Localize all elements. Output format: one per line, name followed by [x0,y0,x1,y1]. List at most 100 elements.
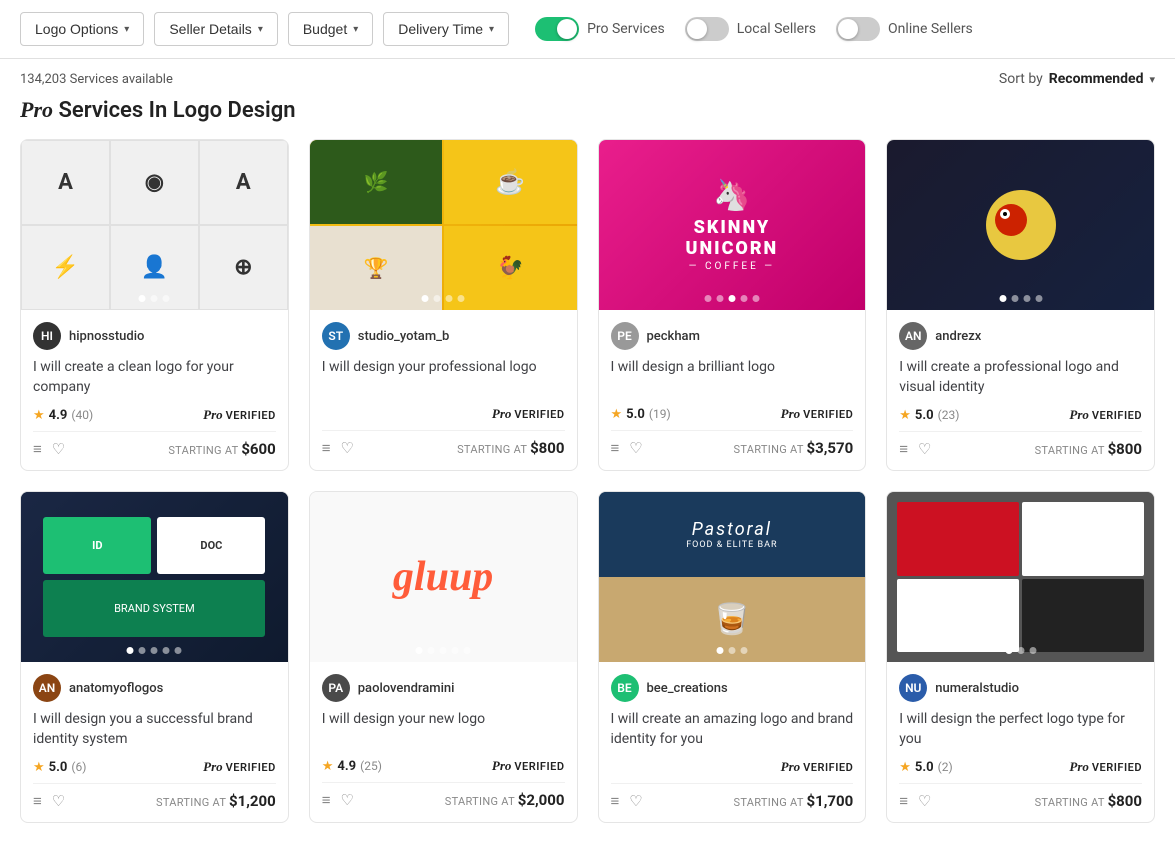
card-footer-7: ≡ ♡ STARTING AT $800 [899,783,1142,810]
card-title-0[interactable]: I will create a clean logo for your comp… [33,358,276,397]
heart-icon-3[interactable]: ♡ [918,440,931,458]
card-dots-7 [1005,647,1036,654]
toggle-knob-online-sellers [838,19,858,39]
rating-left-3: ★ 5.0 (23) [899,408,959,423]
heart-icon-1[interactable]: ♡ [341,439,354,457]
rating-score-0: 4.9 [49,408,68,423]
starting-at-label-2: STARTING AT [734,443,807,456]
card-footer-5: ≡ ♡ STARTING AT $2,000 [322,782,565,809]
filter-btn-budget[interactable]: Budget▾ [288,12,373,46]
card-title-6[interactable]: I will create an amazing logo and brand … [611,710,854,749]
toggle-switch-pro-services[interactable] [535,17,579,41]
dot-0 [704,295,711,302]
collage-cell-2: ☕ [444,140,576,224]
rating-left-7: ★ 5.0 (2) [899,760,952,775]
dot-2 [728,295,735,302]
menu-icon-4[interactable]: ≡ [33,792,42,810]
card-dots-3 [999,295,1042,302]
pro-verified-2: Pro VERIFIED [781,406,854,422]
menu-icon-2[interactable]: ≡ [611,439,620,457]
seller-name-3: andrezx [935,329,981,344]
rw-cell-3 [897,579,1019,653]
menu-icon-7[interactable]: ≡ [899,792,908,810]
brand-cell-1: ID [43,517,151,574]
heart-icon-4[interactable]: ♡ [52,792,65,810]
filter-btn-delivery-time[interactable]: Delivery Time▾ [383,12,509,46]
menu-icon-0[interactable]: ≡ [33,440,42,458]
sort-by[interactable]: Sort by Recommended ▾ [999,71,1155,87]
card-title-3[interactable]: I will create a professional logo and vi… [899,358,1142,397]
red-white-artwork [887,492,1154,662]
menu-icon-3[interactable]: ≡ [899,440,908,458]
footer-actions-3: ≡ ♡ [899,440,931,458]
pro-text-icon-3: Pro [1069,407,1089,423]
heart-icon-7[interactable]: ♡ [918,792,931,810]
avatar-2: PE [611,322,639,350]
price-value-6: $1,700 [807,792,854,810]
card-title-4[interactable]: I will design you a successful brand ide… [33,710,276,749]
menu-icon-5[interactable]: ≡ [322,791,331,809]
heart-icon-6[interactable]: ♡ [629,792,642,810]
toggle-switch-online-sellers[interactable] [836,17,880,41]
dot-0 [422,295,429,302]
pro-verified-7: Pro VERIFIED [1069,759,1142,775]
service-card-5: gluup PA paolovendramini I will design y… [309,491,578,823]
verified-text-1: VERIFIED [514,408,564,421]
pastoral-logo: Pastoral FOOD & ELITE BAR [686,519,777,550]
pro-text-icon-7: Pro [1069,759,1089,775]
card-rating-4: ★ 5.0 (6) Pro VERIFIED [33,759,276,775]
menu-icon-1[interactable]: ≡ [322,439,331,457]
avatar-1: ST [322,322,350,350]
yellow-collage: 🌿 ☕ 🏆 🐓 [310,140,577,310]
logo-cell-3: ⚡ [21,225,110,310]
card-title-7[interactable]: I will design the perfect logo type for … [899,710,1142,749]
avatar-6: BE [611,674,639,702]
pro-text-icon-1: Pro [492,406,512,422]
price-section-7: STARTING AT $800 [1035,792,1142,810]
dot-1 [1017,647,1024,654]
card-body-4: AN anatomyoflogos I will design you a su… [21,662,288,822]
starting-at-label-4: STARTING AT [156,796,229,809]
dot-2 [740,647,747,654]
dot-2 [151,647,158,654]
service-card-7: NU numeralstudio I will design the perfe… [886,491,1155,823]
service-card-0: A◉A⚡👤⊕ HI hipnosstudio I will create a c… [20,139,289,471]
card-title-2[interactable]: I will design a brilliant logo [611,358,854,396]
seller-info-1: ST studio_yotam_b [322,322,565,350]
chevron-down-icon: ▾ [353,24,358,35]
card-body-5: PA paolovendramini I will design your ne… [310,662,577,821]
heart-icon-0[interactable]: ♡ [52,440,65,458]
toggle-label-local-sellers: Local Sellers [737,21,816,37]
card-dots-1 [422,295,465,302]
pro-verified-0: Pro VERIFIED [203,407,276,423]
service-card-2: 🦄 SKINNY UNICORN — COFFEE — PE peckham I… [598,139,867,471]
card-image-0: A◉A⚡👤⊕ [21,140,288,310]
dot-1 [151,295,158,302]
card-dots-5 [416,647,471,654]
service-card-4: ID DOC BRAND SYSTEM AN anatomyoflogos I … [20,491,289,823]
filter-btn-seller-details[interactable]: Seller Details▾ [154,12,278,46]
heart-icon-2[interactable]: ♡ [629,439,642,457]
toggle-switch-local-sellers[interactable] [685,17,729,41]
price-value-5: $2,000 [518,791,565,809]
su-title: SKINNY [686,217,779,238]
dot-1 [434,295,441,302]
menu-icon-6[interactable]: ≡ [611,792,620,810]
price-section-6: STARTING AT $1,700 [734,792,854,810]
filter-buttons: Logo Options▾ Seller Details▾ Budget▾ Deliv… [20,12,509,46]
card-title-1[interactable]: I will design your professional logo [322,358,565,396]
filter-btn-logo-options[interactable]: Logo Options▾ [20,12,144,46]
brand-text-2: DOC [200,539,222,552]
rating-left-2: ★ 5.0 (19) [611,407,671,422]
dot-2 [1023,295,1030,302]
chevron-down-icon: ▾ [258,24,263,35]
starting-at-label-3: STARTING AT [1035,444,1108,457]
price-value-1: $800 [530,439,564,457]
services-grid: A◉A⚡👤⊕ HI hipnosstudio I will create a c… [0,139,1175,843]
dot-3 [452,647,459,654]
price-value-4: $1,200 [229,792,276,810]
card-title-5[interactable]: I will design your new logo [322,710,565,748]
footer-actions-4: ≡ ♡ [33,792,65,810]
heart-icon-5[interactable]: ♡ [341,791,354,809]
seller-name-6: bee_creations [647,681,728,696]
